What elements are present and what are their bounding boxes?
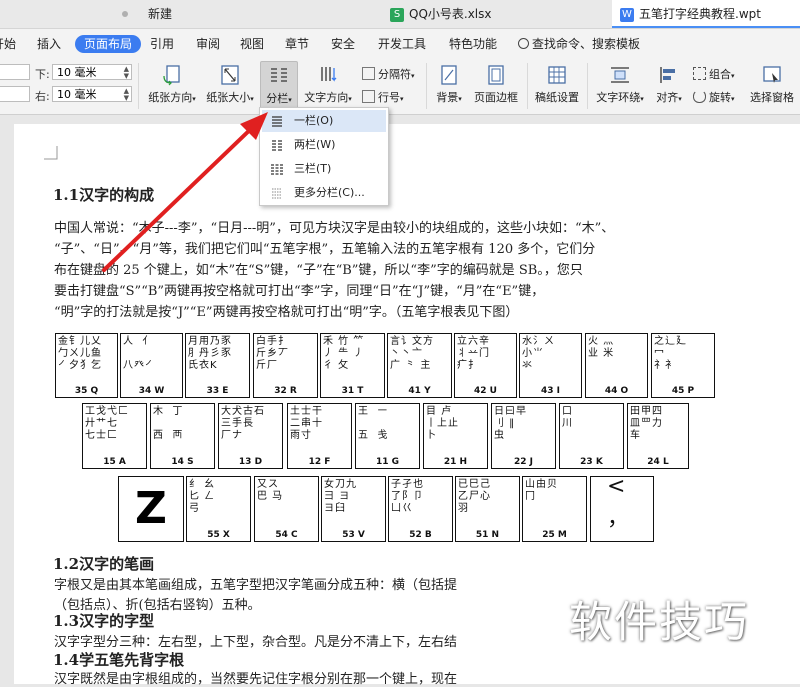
red-arrow-annotation xyxy=(102,112,268,272)
watermark-text: 软件技巧 xyxy=(569,598,749,648)
